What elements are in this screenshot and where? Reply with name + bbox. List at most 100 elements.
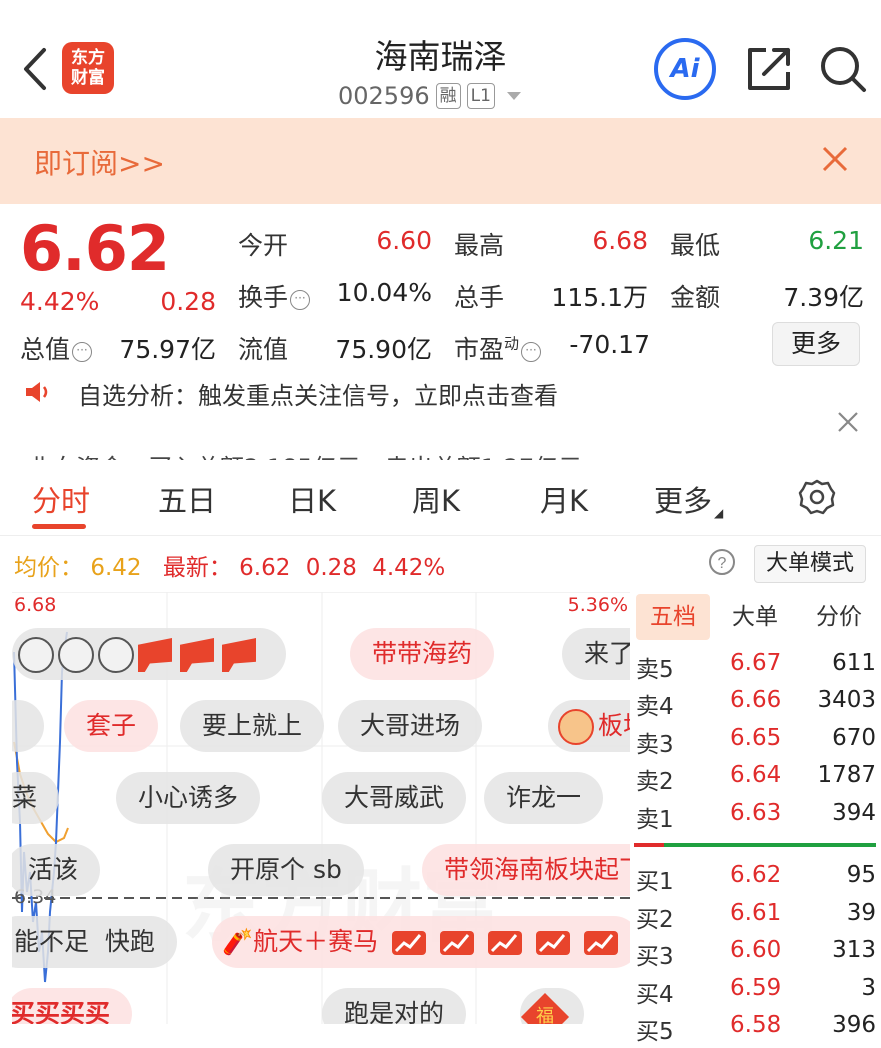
bid-row[interactable]: 买5 6.58 396: [636, 1012, 876, 1048]
close-icon[interactable]: [836, 410, 860, 434]
firecracker-icon: 🧨: [222, 927, 254, 956]
rising-chart-icon: [535, 931, 570, 955]
big-order-mode-button[interactable]: 大单模式: [754, 545, 866, 583]
tab-price-dist[interactable]: 分价: [816, 594, 862, 640]
bullet-comment[interactable]: 🧨航天＋赛马: [212, 916, 630, 968]
bid-row[interactable]: 买1 6.62 95: [636, 862, 876, 898]
amount-value: 7.39亿: [783, 283, 864, 312]
gear-icon[interactable]: [798, 478, 836, 516]
ask-volume: 3403: [817, 687, 876, 713]
change-percent: 4.42%: [20, 287, 100, 316]
bullet-text: 快跑: [104, 927, 155, 956]
info-icon[interactable]: ···: [290, 290, 311, 310]
change-amount: 0.28: [160, 287, 216, 316]
bullet-comment[interactable]: 诈龙一: [484, 772, 604, 824]
subscribe-link[interactable]: 即订阅>>: [34, 142, 165, 182]
bid-volume: 95: [846, 862, 876, 888]
tab-big-orders[interactable]: 大单: [732, 594, 778, 640]
latest-change: 0.28: [305, 555, 357, 581]
ask-row[interactable]: 卖4 6.66 3403: [636, 687, 876, 723]
svg-text:?: ?: [718, 555, 727, 572]
ask-row[interactable]: 卖3 6.65 670: [636, 725, 876, 761]
search-icon[interactable]: [818, 44, 868, 94]
ask-row[interactable]: 卖5 6.67 611: [636, 650, 876, 686]
intraday-chart[interactable]: 东方财富 6.68 5.36% 6.34 带带海药 来了 套子 要上就上 大哥进…: [12, 592, 630, 1024]
bullet-comment[interactable]: 来了: [562, 628, 630, 680]
bullet-text: 能不足: [14, 927, 90, 956]
ai-assistant-button[interactable]: Ai: [654, 38, 716, 100]
bullet-comment[interactable]: 跑是对的: [322, 988, 467, 1024]
tab-daily-k[interactable]: 日K: [288, 478, 336, 520]
bullet-comment[interactable]: 能不足 快跑: [12, 916, 177, 968]
bullet-comment[interactable]: [12, 628, 286, 680]
bid-price: 6.60: [730, 937, 782, 963]
bullet-comment[interactable]: 大哥进场: [338, 700, 483, 752]
mktcap-label-text: 总值: [20, 335, 71, 364]
news-item[interactable]: 北向资金：买入总额2.185亿元，卖出总额1.27亿元: [28, 448, 582, 460]
order-book: 五档 大单 分价 卖5 6.67 611 卖4 6.66 3403 卖3 6.65 670 …: [630, 592, 881, 1045]
bid-label: 买3: [636, 944, 674, 970]
pe-sup: 动: [504, 334, 520, 353]
bid-row[interactable]: 买4 6.59 3: [636, 975, 876, 1011]
turnover-value: 10.04%: [336, 278, 432, 307]
ask-row[interactable]: 卖2 6.64 1787: [636, 762, 876, 798]
tab-five-day[interactable]: 五日: [158, 478, 216, 520]
bid-row[interactable]: 买2 6.61 39: [636, 900, 876, 936]
info-icon[interactable]: ···: [72, 342, 93, 362]
ask-volume: 611: [832, 650, 876, 676]
news-ticker[interactable]: 自选分析：触发重点关注信号，立即点击查看 北向资金：买入总额2.185亿元，卖出…: [0, 378, 881, 460]
rising-chart-icon: [440, 931, 475, 955]
info-icon[interactable]: ···: [521, 342, 542, 362]
tab-monthly-k[interactable]: 月K: [540, 478, 588, 520]
bid-volume: 3: [861, 975, 876, 1001]
ask-row[interactable]: 卖1 6.63 394: [636, 800, 876, 836]
tab-more[interactable]: 更多 ◢: [654, 478, 723, 520]
bullet-comment[interactable]: 套子: [64, 700, 159, 752]
pe-value: -70.17: [569, 330, 650, 359]
float-value: 75.90亿: [335, 335, 432, 364]
bid-price: 6.58: [730, 1012, 782, 1038]
help-icon[interactable]: ?: [708, 548, 736, 576]
subscribe-banner[interactable]: 即订阅>>: [0, 118, 881, 204]
bullet-comment[interactable]: 带领海南板块起飞: [422, 844, 630, 896]
bid-ask-ratio-bar: [634, 843, 876, 847]
bid-price: 6.62: [730, 862, 782, 888]
bullet-comment[interactable]: 小心诱多: [116, 772, 261, 824]
bid-label: 买2: [636, 907, 674, 933]
chevron-down-icon[interactable]: [506, 92, 521, 100]
ask-volume: 1787: [817, 762, 876, 788]
bullet-comment[interactable]: 福: [520, 988, 584, 1024]
fortune-text: 福: [536, 1006, 554, 1024]
chart-high-price: 6.68: [14, 594, 57, 616]
close-icon[interactable]: [820, 144, 850, 174]
bullet-comment[interactable]: 开原个 sb: [208, 844, 364, 896]
bullet-comment[interactable]: 带带海药: [350, 628, 495, 680]
emoji-icon: [18, 637, 54, 673]
bid-price: 6.61: [730, 900, 782, 926]
order-book-tabs: 五档 大单 分价: [636, 594, 876, 640]
amount-label: 金额: [670, 283, 721, 312]
bullet-comment[interactable]: 板块: [548, 700, 630, 752]
low-value: 6.21: [808, 226, 864, 255]
bid-row[interactable]: 买3 6.60 313: [636, 937, 876, 973]
stock-code-line[interactable]: 002596 融 L1: [338, 82, 521, 110]
bid-label: 买4: [636, 982, 674, 1008]
speaker-icon: [26, 382, 48, 402]
turnover-label[interactable]: 换手 ···: [238, 278, 311, 314]
open-label: 今开: [238, 231, 289, 260]
mktcap-label[interactable]: 总值 ···: [20, 330, 93, 366]
bullet-comment[interactable]: 活该: [12, 844, 101, 896]
bullet-comment[interactable]: 买买买买: [12, 988, 133, 1024]
tab-weekly-k[interactable]: 周K: [412, 478, 460, 520]
more-fields-button[interactable]: 更多: [772, 322, 860, 366]
pe-label[interactable]: 市盈动 ···: [454, 330, 542, 366]
news-item[interactable]: 自选分析：触发重点关注信号，立即点击查看: [78, 378, 558, 411]
ask-price: 6.65: [730, 725, 782, 751]
rising-chart-icon: [583, 931, 618, 955]
tab-five-levels[interactable]: 五档: [636, 594, 710, 640]
share-icon[interactable]: [744, 44, 794, 94]
tab-intraday[interactable]: 分时: [32, 478, 90, 520]
bullet-comment[interactable]: 要上就上: [180, 700, 325, 752]
volume-value: 115.1万: [551, 283, 648, 312]
bullet-comment[interactable]: 大哥威武: [322, 772, 467, 824]
